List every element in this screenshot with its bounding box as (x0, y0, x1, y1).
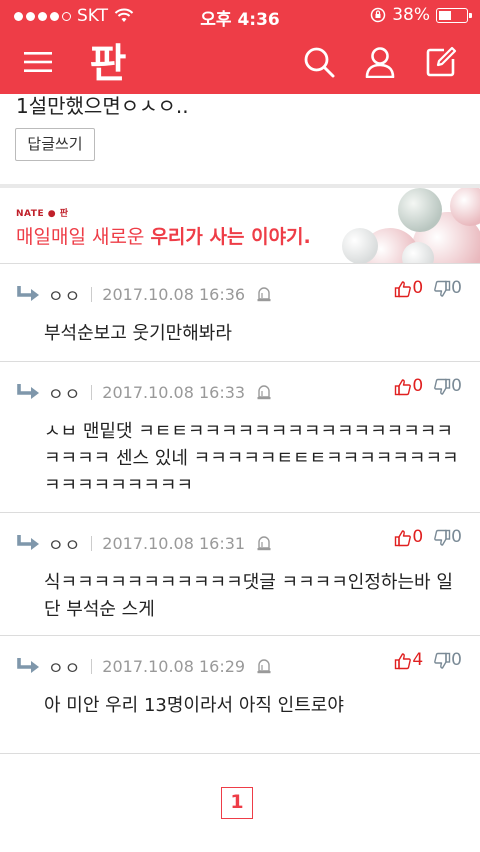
report-icon[interactable] (255, 657, 273, 675)
downvote-button[interactable]: 0 (433, 529, 462, 547)
status-bar: SKT 오후 4:36 38% (0, 0, 480, 32)
previous-reply: 1설만했으면ㅇㅅㅇ.. 답글쓰기 (0, 94, 480, 188)
downvote-count: 0 (451, 650, 462, 670)
header-divider (91, 658, 93, 674)
upvote-button[interactable]: 0 (394, 280, 423, 298)
upvote-button[interactable]: 0 (394, 378, 423, 396)
comment-date: 2017.10.08 16:29 (102, 656, 246, 676)
thumbs-down-icon (434, 529, 451, 546)
banner-headline: 매일매일 새로운 우리가 사는 이야기. (16, 222, 311, 249)
upvote-count: 0 (412, 278, 424, 298)
report-icon[interactable] (255, 534, 273, 552)
vote-group: 0 0 (394, 378, 462, 396)
page-number-current[interactable]: 1 (221, 787, 253, 819)
comment-author: ㅇㅇ (48, 535, 82, 556)
header-divider (91, 286, 93, 302)
upvote-count: 4 (412, 650, 424, 670)
vote-group: 0 0 (394, 280, 462, 298)
downvote-count: 0 (451, 376, 462, 396)
nav-bar: 판 (0, 32, 480, 94)
thumbs-up-icon (395, 379, 412, 396)
upvote-button[interactable]: 4 (394, 652, 423, 670)
rotation-lock-icon (370, 7, 386, 23)
balloons-image (342, 188, 480, 263)
battery-icon (436, 7, 472, 23)
write-icon[interactable] (421, 42, 461, 82)
reply-arrow-icon (17, 286, 39, 301)
downvote-count: 0 (451, 278, 462, 298)
app-header: SKT 오후 4:36 38% 판 (0, 0, 480, 94)
downvote-count: 0 (451, 527, 462, 547)
comment-body: 부석순보고 웃기만해봐라 (44, 323, 232, 344)
comment-body: ㅅㅂ 맨밑댓 ㅋㅌㅌㅋㅋㅋㅋㅋㅋㅋㅋㅋㅋㅋㅋㅋㅋㅋㅋㅋㅋㅋㅋ 센스 있네 ㅋㅋㅋ… (44, 421, 459, 496)
downvote-button[interactable]: 0 (433, 280, 462, 298)
promo-banner[interactable]: NATE ● 판 매일매일 새로운 우리가 사는 이야기. (0, 188, 480, 264)
upvote-count: 0 (412, 376, 424, 396)
downvote-button[interactable]: 0 (433, 652, 462, 670)
comment-date: 2017.10.08 16:33 (102, 382, 246, 402)
vote-group: 4 0 (394, 652, 462, 670)
battery-percent: 38% (392, 5, 430, 25)
comment-header: ㅇㅇ 2017.10.08 16:33 (16, 380, 273, 405)
reply-comment: ㅇㅇ 2017.10.08 16:36 0 0 부석순보고 웃기만해봐라 (0, 264, 480, 362)
reply-arrow-icon (17, 384, 39, 399)
reply-comment: ㅇㅇ 2017.10.08 16:33 0 0 ㅅㅂ 맨밑댓 ㅋㅌㅌㅋㅋㅋㅋㅋㅋ… (0, 362, 480, 513)
comment-author: ㅇㅇ (48, 658, 82, 679)
comment-header: ㅇㅇ 2017.10.08 16:36 (16, 282, 273, 307)
thumbs-up-icon (395, 530, 412, 547)
vote-group: 0 0 (394, 529, 462, 547)
comment-author: ㅇㅇ (48, 286, 82, 307)
user-icon[interactable] (360, 42, 400, 82)
thumbs-down-icon (434, 378, 451, 395)
upvote-button[interactable]: 0 (394, 529, 423, 547)
thumbs-up-icon (395, 281, 412, 298)
previous-reply-text: 1설만했으면ㅇㅅㅇ.. (16, 94, 189, 118)
downvote-button[interactable]: 0 (433, 378, 462, 396)
comment-date: 2017.10.08 16:31 (102, 533, 246, 553)
comment-author: ㅇㅇ (48, 384, 82, 405)
reply-arrow-icon (17, 535, 39, 550)
write-reply-button[interactable]: 답글쓰기 (15, 128, 95, 161)
thumbs-down-icon (434, 652, 451, 669)
comment-body: 식ㅋㅋㅋㅋㅋㅋㅋㅋㅋㅋㅋ댓글 ㅋㅋㅋㅋ인정하는바 일단 부석순 스게 (44, 572, 453, 620)
comment-header: ㅇㅇ 2017.10.08 16:31 (16, 531, 273, 556)
comment-body: 아 미안 우리 13명이라서 아직 인트로야 (44, 695, 344, 716)
upvote-count: 0 (412, 527, 424, 547)
reply-comment: ㅇㅇ 2017.10.08 16:31 0 0 식ㅋㅋㅋㅋㅋㅋㅋㅋㅋㅋㅋ댓글 ㅋ… (0, 513, 480, 636)
thumbs-up-icon (395, 653, 412, 670)
pann-logo[interactable]: 판 (78, 38, 138, 90)
report-icon[interactable] (255, 383, 273, 401)
banner-text-bold: 우리가 사는 이야기. (150, 226, 311, 248)
banner-text-plain: 매일매일 새로운 (16, 226, 151, 248)
thumbs-down-icon (434, 280, 451, 297)
header-divider (91, 535, 93, 551)
comment-header: ㅇㅇ 2017.10.08 16:29 (16, 654, 273, 679)
comment-date: 2017.10.08 16:36 (102, 284, 246, 304)
header-divider (91, 384, 93, 400)
report-icon[interactable] (255, 285, 273, 303)
menu-icon[interactable] (18, 42, 58, 82)
reply-comment: ㅇㅇ 2017.10.08 16:29 4 0 아 미안 우리 13명이라서 아… (0, 636, 480, 754)
search-icon[interactable] (299, 42, 339, 82)
battery-info: 38% (370, 5, 472, 25)
banner-brand: NATE ● 판 (16, 209, 69, 219)
reply-arrow-icon (17, 658, 39, 673)
